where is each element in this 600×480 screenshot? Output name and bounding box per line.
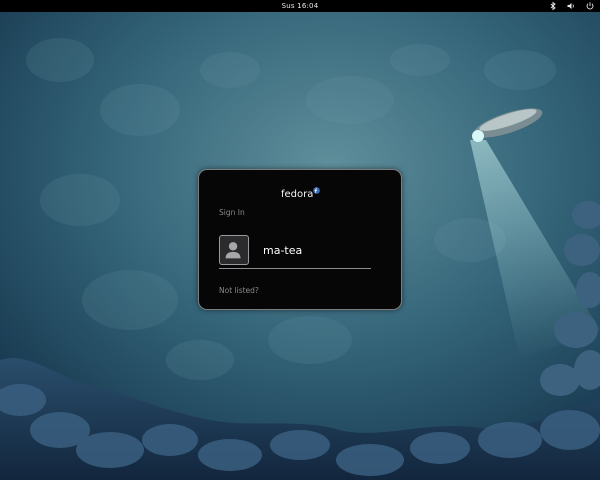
sign-in-label: Sign In bbox=[219, 208, 245, 217]
login-dialog: fedora Sign In ma-tea Not listed? bbox=[198, 169, 402, 310]
top-bar: Sus 16:04 bbox=[0, 0, 600, 12]
clock[interactable]: Sus 16:04 bbox=[0, 0, 600, 12]
selection-underline bbox=[219, 268, 371, 269]
power-icon[interactable] bbox=[585, 1, 595, 11]
not-listed-link[interactable]: Not listed? bbox=[219, 286, 259, 295]
username-label: ma-tea bbox=[263, 244, 303, 257]
login-screen: Sus 16:04 fedora Sign In ma-tea Not list… bbox=[0, 0, 600, 480]
fedora-logo: fedora bbox=[281, 189, 314, 200]
avatar bbox=[219, 235, 249, 265]
bluetooth-icon[interactable] bbox=[548, 1, 558, 11]
user-silhouette-icon bbox=[225, 242, 241, 259]
fedora-infinity-icon bbox=[313, 187, 320, 194]
volume-icon[interactable] bbox=[566, 1, 576, 11]
user-list-item[interactable]: ma-tea bbox=[219, 235, 371, 269]
